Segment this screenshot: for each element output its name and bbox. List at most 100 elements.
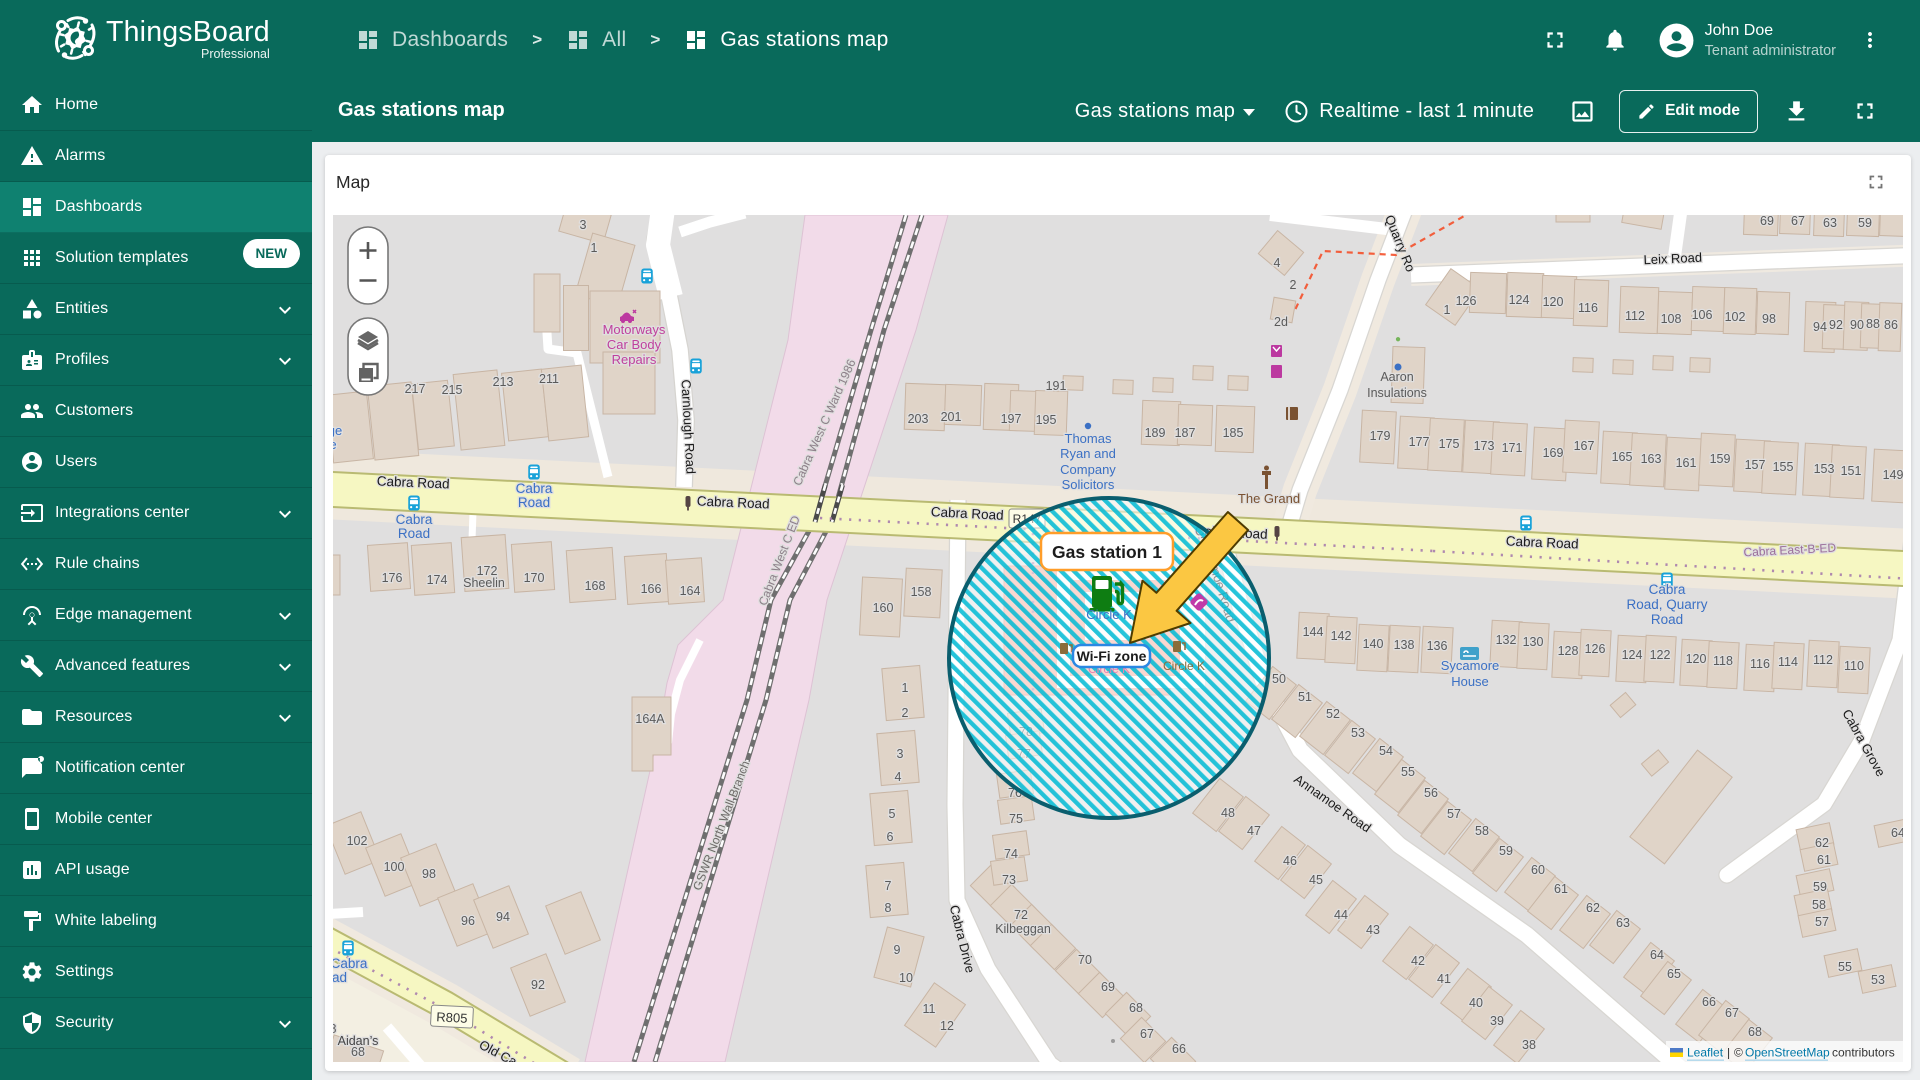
svg-text:|: | — [1727, 1046, 1730, 1060]
svg-text:38: 38 — [1522, 1038, 1536, 1052]
svg-text:102: 102 — [347, 834, 368, 848]
svg-text:Cabra: Cabra — [333, 956, 368, 971]
svg-text:187: 187 — [1175, 426, 1196, 440]
svg-text:67: 67 — [1725, 1006, 1739, 1020]
svg-text:ge: ge — [333, 423, 342, 438]
svg-text:The Grand: The Grand — [1238, 491, 1300, 506]
svg-text:126: 126 — [1585, 642, 1606, 656]
svg-text:201: 201 — [941, 410, 962, 424]
svg-text:1: 1 — [902, 681, 909, 695]
svg-text:oad: oad — [333, 970, 347, 985]
svg-text:110: 110 — [1844, 659, 1864, 673]
svg-text:Road: Road — [518, 495, 550, 510]
svg-text:128: 128 — [1558, 644, 1579, 658]
svg-text:116: 116 — [1578, 301, 1598, 315]
svg-text:189: 189 — [1145, 426, 1166, 440]
svg-text:106: 106 — [1692, 308, 1713, 322]
svg-text:62: 62 — [1586, 901, 1600, 915]
svg-text:151: 151 — [1841, 464, 1862, 478]
svg-text:132: 132 — [1496, 633, 1517, 647]
svg-text:52: 52 — [1326, 707, 1340, 721]
svg-text:168: 168 — [585, 579, 606, 593]
svg-text:50: 50 — [1272, 672, 1286, 686]
svg-text:142: 142 — [1331, 629, 1352, 643]
svg-text:Motorways: Motorways — [603, 322, 666, 337]
svg-text:102: 102 — [1725, 310, 1746, 324]
svg-text:155: 155 — [1773, 460, 1794, 474]
svg-text:90: 90 — [1850, 318, 1864, 332]
svg-text:138: 138 — [1394, 638, 1415, 652]
svg-text:166: 166 — [641, 582, 662, 596]
svg-text:60: 60 — [1531, 863, 1545, 877]
svg-text:175: 175 — [1439, 437, 1460, 451]
svg-text:39: 39 — [1490, 1014, 1504, 1028]
svg-text:203: 203 — [908, 412, 929, 426]
svg-text:191: 191 — [1046, 379, 1067, 393]
svg-text:59: 59 — [1813, 880, 1827, 894]
svg-text:Cabra: Cabra — [1649, 582, 1686, 597]
svg-text:5: 5 — [889, 807, 896, 821]
svg-text:Thomas: Thomas — [1065, 431, 1112, 446]
svg-text:112: 112 — [1625, 309, 1645, 323]
svg-text:Cabra Road: Cabra Road — [1506, 533, 1579, 551]
svg-text:65: 65 — [1667, 967, 1681, 981]
svg-text:165: 165 — [1612, 450, 1633, 464]
svg-text:68: 68 — [1748, 1025, 1762, 1039]
svg-text:Aaron: Aaron — [1380, 370, 1413, 384]
svg-text:153: 153 — [1814, 462, 1835, 476]
svg-text:171: 171 — [1502, 441, 1523, 455]
svg-text:120: 120 — [1543, 295, 1564, 309]
svg-text:OpenStreetMap: OpenStreetMap — [1745, 1046, 1830, 1060]
svg-text:4: 4 — [895, 770, 902, 784]
svg-text:158: 158 — [911, 585, 932, 599]
svg-text:Repairs: Repairs — [612, 352, 657, 367]
svg-text:58: 58 — [1475, 824, 1489, 838]
svg-text:167: 167 — [1574, 439, 1595, 453]
svg-text:164: 164 — [680, 584, 701, 598]
svg-text:197: 197 — [1001, 412, 1022, 426]
svg-text:3: 3 — [897, 747, 904, 761]
svg-text:1: 1 — [591, 241, 598, 255]
svg-text:130: 130 — [1523, 635, 1544, 649]
svg-text:44: 44 — [1334, 908, 1348, 922]
svg-text:112: 112 — [1813, 653, 1833, 667]
svg-text:51: 51 — [1298, 690, 1312, 704]
svg-text:2d: 2d — [1274, 315, 1288, 329]
svg-text:Insulations: Insulations — [1367, 386, 1427, 400]
svg-text:75: 75 — [1009, 812, 1023, 826]
svg-text:54: 54 — [1379, 744, 1393, 758]
svg-text:Sheelin: Sheelin — [463, 576, 505, 590]
svg-text:68: 68 — [1129, 1001, 1143, 1015]
svg-text:98: 98 — [1762, 312, 1776, 326]
svg-text:3: 3 — [580, 218, 587, 232]
svg-text:57: 57 — [1815, 915, 1829, 929]
svg-text:136: 136 — [1427, 639, 1448, 653]
svg-text:179: 179 — [1370, 429, 1391, 443]
svg-text:45: 45 — [1309, 873, 1323, 887]
svg-text:●: ● — [1395, 334, 1401, 345]
svg-text:69: 69 — [1101, 980, 1115, 994]
svg-text:217: 217 — [405, 382, 426, 396]
svg-text:94: 94 — [496, 910, 510, 924]
svg-text:e: e — [333, 437, 337, 452]
svg-text:126: 126 — [1456, 294, 1477, 308]
svg-text:63: 63 — [1823, 216, 1837, 230]
svg-text:12: 12 — [940, 1019, 954, 1033]
svg-text:67: 67 — [1791, 215, 1805, 228]
svg-text:62: 62 — [1815, 836, 1829, 850]
svg-text:Cabra Road: Cabra Road — [377, 473, 450, 491]
svg-text:170: 170 — [524, 571, 545, 585]
svg-text:195: 195 — [1036, 413, 1057, 427]
svg-text:98: 98 — [422, 867, 436, 881]
svg-text:Circle K: Circle K — [1163, 659, 1205, 673]
svg-text:7: 7 — [885, 879, 892, 893]
svg-text:149: 149 — [1883, 468, 1903, 482]
svg-text:169: 169 — [1543, 446, 1564, 460]
svg-text:176: 176 — [382, 571, 403, 585]
svg-text:163: 163 — [1641, 452, 1662, 466]
svg-text:144: 144 — [1303, 625, 1324, 639]
svg-text:4: 4 — [1274, 256, 1281, 270]
svg-text:92: 92 — [1829, 318, 1843, 332]
svg-text:©: © — [1734, 1046, 1743, 1060]
svg-text:66: 66 — [1702, 995, 1716, 1009]
